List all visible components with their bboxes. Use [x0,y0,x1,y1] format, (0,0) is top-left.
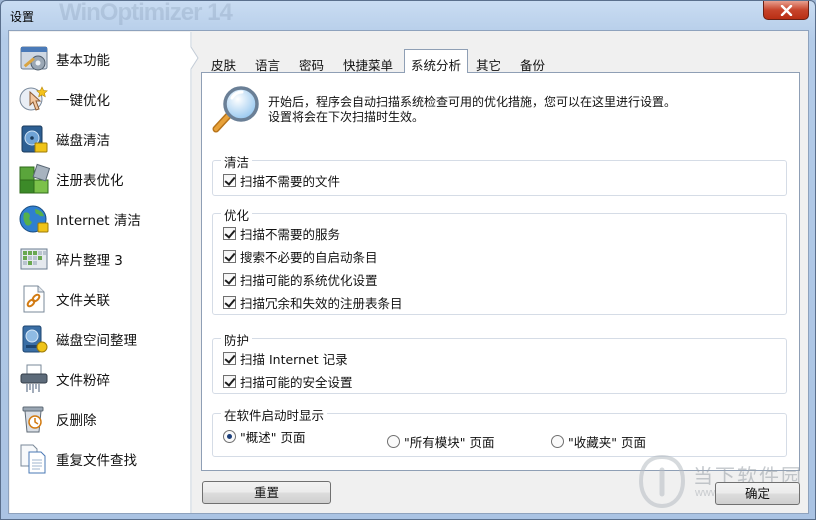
reset-button[interactable]: 重置 [202,481,331,504]
group-title: 防护 [221,330,253,349]
checkbox-label: 扫描不需要的文件 [240,174,341,189]
group-clean: 清洁 扫描不需要的文件 [212,152,787,196]
intro-line-2: 设置将会在下次扫描时生效。 [268,110,425,124]
checkbox-label: 扫描可能的系统优化设置 [240,273,378,288]
group-title: 优化 [221,205,253,224]
checkbox-label: 扫描 Internet 记录 [240,352,348,367]
tab-password[interactable]: 密码 [293,51,330,73]
sidebar-item-label: 重复文件查找 [56,453,137,469]
settings-window: WinOptimizer 14 设置 基本功能 一键优化 磁盘清洁 注册表优化 … [0,0,816,520]
tab-system-analysis[interactable]: 系统分析 [404,49,469,73]
window-ghost-title: WinOptimizer 14 [59,0,233,26]
shredder-icon [20,364,48,393]
checkbox-scan-security-settings[interactable]: 扫描可能的安全设置 [223,372,353,391]
sidebar-item-undelete[interactable]: 反删除 [18,400,188,438]
sidebar-pointer [187,32,199,513]
checkbox-box[interactable] [223,273,236,286]
sidebar-item-label: 一键优化 [56,93,110,109]
checkbox-box[interactable] [223,250,236,263]
window-title: 设置 [10,10,35,24]
registry-icon [19,163,50,194]
sidebar-item-label: 磁盘清洁 [56,133,110,149]
sidebar-item-registry[interactable]: 注册表优化 [18,160,188,198]
checkbox-label: 扫描冗余和失效的注册表条目 [240,296,403,311]
sidebar-item-label: 反删除 [56,413,97,429]
radio-overview-page[interactable]: "概述" 页面 [223,427,305,446]
radio-favorites-page[interactable]: "收藏夹" 页面 [551,432,646,451]
tab-panel-system-analysis: 开始后，程序会自动扫描系统检查可用的优化措施，您可以在这里进行设置。 设置将会在… [201,72,800,471]
radio-all-modules-page[interactable]: "所有模块" 页面 [387,432,494,451]
radio-label: "所有模块" 页面 [404,435,495,450]
sidebar-item-label: 文件关联 [56,293,110,309]
duplicate-files-icon [20,444,46,474]
checkbox-scan-internet-traces[interactable]: 扫描 Internet 记录 [223,349,348,368]
close-button[interactable] [763,1,809,20]
tools-icon [20,46,48,71]
sidebar-item-shredder[interactable]: 文件粉碎 [18,360,188,398]
radio-button[interactable] [551,435,564,448]
radio-label: "概述" 页面 [240,430,306,445]
group-startup-display: 在软件启动时显示 "概述" 页面 "所有模块" 页面 "收藏夹" 页面 [212,405,787,457]
radio-button[interactable] [387,435,400,448]
ok-button[interactable]: 确定 [715,482,800,505]
watermark-logo-icon [638,454,686,509]
tab-language[interactable]: 语言 [249,51,286,73]
sidebar-item-label: 注册表优化 [56,173,124,189]
checkbox-scan-system-optimizations[interactable]: 扫描可能的系统优化设置 [223,270,378,289]
radio-button[interactable] [223,430,236,443]
checkbox-scan-registry-entries[interactable]: 扫描冗余和失效的注册表条目 [223,293,403,312]
sidebar-item-label: 磁盘空间整理 [56,333,137,349]
file-link-icon [23,285,45,313]
title-bar[interactable]: WinOptimizer 14 设置 [1,0,815,29]
dialog-client-area: 基本功能 一键优化 磁盘清洁 注册表优化 Internet 清洁 碎片整理 3 … [8,30,809,514]
one-click-icon [19,86,48,111]
checkbox-search-autostart[interactable]: 搜索不必要的自启动条目 [223,247,378,266]
checkbox-label: 搜索不必要的自启动条目 [240,250,378,265]
sidebar-item-label: 碎片整理 3 [56,253,123,269]
tab-backup[interactable]: 备份 [514,51,551,73]
checkbox-scan-unneeded-services[interactable]: 扫描不需要的服务 [223,224,340,243]
group-optimize: 优化 扫描不需要的服务 搜索不必要的自启动条目 扫描可能的系统优化设置 扫描冗余… [212,205,787,315]
sidebar-item-label: 文件粉碎 [56,373,110,389]
radio-label: "收藏夹" 页面 [568,435,646,450]
sidebar-item-label: Internet 清洁 [56,213,141,229]
checkbox-scan-unneeded-files[interactable]: 扫描不需要的文件 [223,171,340,190]
sidebar: 基本功能 一键优化 磁盘清洁 注册表优化 Internet 清洁 碎片整理 3 … [10,32,192,513]
checkbox-box[interactable] [223,296,236,309]
intro-line-1: 开始后，程序会自动扫描系统检查可用的优化措施，您可以在这里进行设置。 [268,95,677,109]
tab-other[interactable]: 其它 [470,51,507,73]
undelete-icon [22,406,44,433]
sidebar-item-basic[interactable]: 基本功能 [18,40,188,78]
checkbox-box[interactable] [223,375,236,388]
tab-context-menu[interactable]: 快捷菜单 [337,51,399,73]
intro-description: 开始后，程序会自动扫描系统检查可用的优化措施，您可以在这里进行设置。 设置将会在… [268,95,676,125]
checkbox-box[interactable] [223,174,236,187]
sidebar-item-file-association[interactable]: 文件关联 [18,280,188,318]
checkbox-label: 扫描可能的安全设置 [240,375,353,390]
sidebar-item-defrag[interactable]: 碎片整理 3 [18,240,188,278]
globe-icon [19,205,49,233]
sidebar-item-internet-cleaner[interactable]: Internet 清洁 [18,200,188,238]
defrag-icon [20,248,48,270]
disk-space-icon [22,325,48,353]
close-icon [780,5,793,16]
sidebar-item-disk-space[interactable]: 磁盘空间整理 [18,320,188,358]
tab-skin[interactable]: 皮肤 [205,51,242,73]
sidebar-item-disk-cleaner[interactable]: 磁盘清洁 [18,120,188,158]
group-protect: 防护 扫描 Internet 记录 扫描可能的安全设置 [212,330,787,394]
group-title: 清洁 [221,152,253,171]
magnifier-icon [212,86,259,133]
group-title: 在软件启动时显示 [221,405,328,424]
checkbox-label: 扫描不需要的服务 [240,227,341,242]
sidebar-item-one-click[interactable]: 一键优化 [18,80,188,118]
checkbox-box[interactable] [223,352,236,365]
sidebar-item-label: 基本功能 [56,53,110,69]
sidebar-item-duplicate-finder[interactable]: 重复文件查找 [18,440,188,478]
disk-cleaner-icon [21,125,48,153]
checkbox-box[interactable] [223,227,236,240]
